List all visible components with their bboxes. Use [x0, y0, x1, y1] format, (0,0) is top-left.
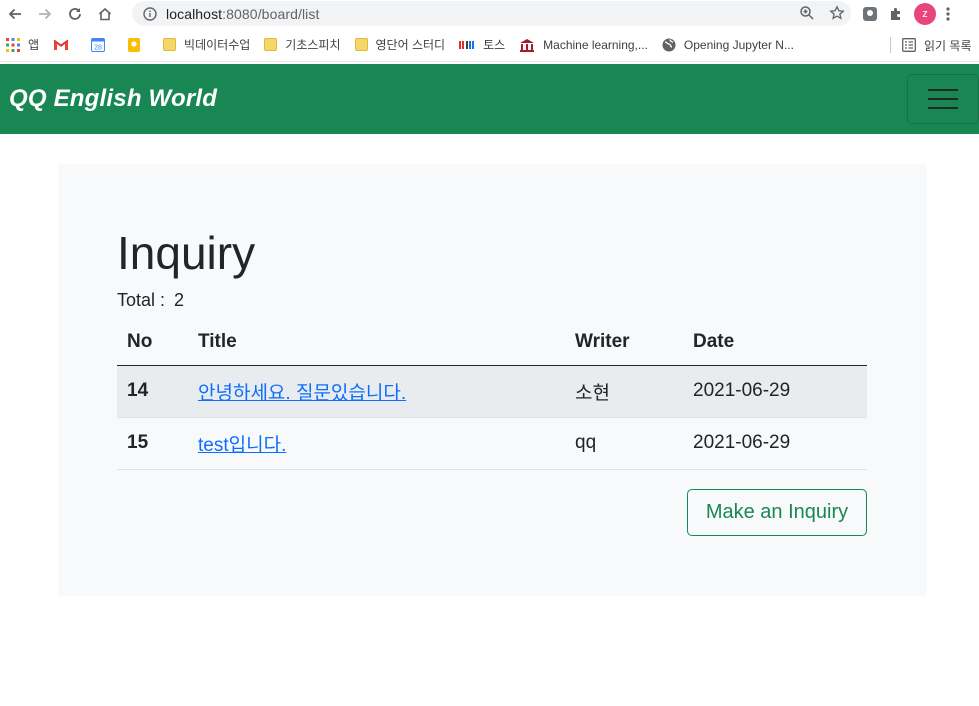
inquiry-table: No Title Writer Date 14 안녕하세요. 질문있습니다. 소…: [117, 319, 867, 470]
table-row: 15 test입니다. qq 2021-06-29: [117, 417, 867, 470]
reading-list-label: 읽기 목록: [924, 38, 972, 53]
zoom-icon[interactable]: [799, 5, 815, 21]
bookmark-apps[interactable]: 앱: [6, 36, 39, 53]
cell-no: 14: [117, 365, 188, 418]
cell-no: 15: [117, 417, 188, 470]
folder-icon: [354, 38, 368, 51]
bookmark-label: 빅데이터수업: [184, 38, 251, 52]
forward-icon[interactable]: [30, 0, 60, 28]
post-title-link[interactable]: test입니다.: [198, 435, 286, 456]
navbar-toggler-button[interactable]: [907, 74, 979, 124]
reload-icon[interactable]: [60, 0, 90, 28]
bookmark-toss[interactable]: 토스: [459, 36, 505, 53]
bookmark-gmail[interactable]: [53, 39, 77, 51]
bookmark-star-icon[interactable]: [829, 5, 845, 21]
column-header-title: Title: [188, 319, 565, 366]
site-navbar: QQ English World: [0, 64, 979, 134]
bookmark-folder-bigdata[interactable]: 빅데이터수업: [163, 36, 250, 53]
bookmark-label: Opening Jupyter N...: [683, 37, 794, 52]
site-info-icon[interactable]: [143, 6, 157, 21]
bookmark-label: Machine learning,...: [543, 37, 648, 52]
cell-date: 2021-06-29: [683, 365, 867, 418]
column-header-writer: Writer: [565, 319, 683, 366]
calendar-icon: 28: [91, 37, 106, 52]
total-label: Total :: [117, 290, 166, 310]
cell-title: test입니다.: [188, 417, 565, 470]
bookmark-label: 기초스피치: [285, 38, 341, 52]
total-value: 2: [174, 290, 185, 310]
keep-icon: [128, 37, 141, 52]
back-icon[interactable]: [0, 0, 30, 28]
inquiry-card: Inquiry Total : 2 No Title Writer Date 1…: [58, 164, 927, 596]
page-title: Inquiry: [117, 227, 256, 279]
hamburger-icon-bar: [928, 107, 958, 109]
bookmark-keep[interactable]: [127, 37, 149, 52]
bookmark-label: 앱: [28, 38, 40, 52]
extensions-puzzle-icon[interactable]: [888, 6, 904, 22]
gmail-icon: [53, 39, 69, 50]
site-brand[interactable]: QQ English World: [9, 85, 217, 113]
folder-icon: [264, 38, 278, 51]
cell-date: 2021-06-29: [683, 417, 867, 470]
address-bar[interactable]: localhost:8080/board/list: [132, 1, 851, 26]
apps-grid-icon: [6, 37, 20, 52]
bookmarks-bar: 앱 28 빅데이터수업 기초스피치 영단어 스터디 토스 Machine lea…: [0, 28, 979, 62]
cell-writer: 소현: [565, 365, 683, 418]
bookmarks-divider: [890, 37, 891, 53]
reading-list-icon: [902, 38, 916, 52]
profile-avatar[interactable]: z: [914, 3, 936, 25]
globe-icon: [662, 38, 676, 51]
hamburger-icon-bar: [928, 98, 958, 100]
svg-text:28: 28: [94, 44, 102, 51]
browser-toolbar: localhost:8080/board/list z: [0, 0, 979, 28]
bookmark-folder-vocab[interactable]: 영단어 스터디: [354, 36, 446, 53]
extension-square-icon[interactable]: [862, 6, 878, 22]
column-header-no: No: [117, 319, 188, 366]
home-icon[interactable]: [90, 0, 120, 28]
university-icon: [520, 38, 535, 52]
reading-list[interactable]: 읽기 목록: [902, 37, 972, 54]
table-row: 14 안녕하세요. 질문있습니다. 소현 2021-06-29: [117, 365, 867, 418]
column-header-date: Date: [683, 319, 867, 366]
table-header-row: No Title Writer Date: [117, 319, 867, 366]
toss-icon: [459, 40, 475, 49]
url-text: localhost:8080/board/list: [166, 5, 320, 22]
more-menu-icon[interactable]: [946, 6, 950, 22]
hamburger-icon-bar: [928, 89, 958, 91]
bookmark-calendar[interactable]: 28: [91, 37, 113, 52]
make-inquiry-button[interactable]: Make an Inquiry: [687, 489, 867, 536]
bookmark-label: 토스: [483, 38, 506, 52]
total-count: Total : 2: [117, 290, 184, 311]
bookmark-machine-learning[interactable]: Machine learning,...: [519, 38, 648, 52]
cell-title: 안녕하세요. 질문있습니다.: [188, 365, 565, 418]
folder-icon: [163, 38, 177, 51]
post-title-link[interactable]: 안녕하세요. 질문있습니다.: [198, 383, 406, 404]
cell-writer: qq: [565, 417, 683, 470]
bookmark-jupyter[interactable]: Opening Jupyter N...: [662, 38, 794, 52]
bookmark-label: 영단어 스터디: [375, 38, 446, 52]
bookmark-folder-speech[interactable]: 기초스피치: [264, 36, 341, 53]
